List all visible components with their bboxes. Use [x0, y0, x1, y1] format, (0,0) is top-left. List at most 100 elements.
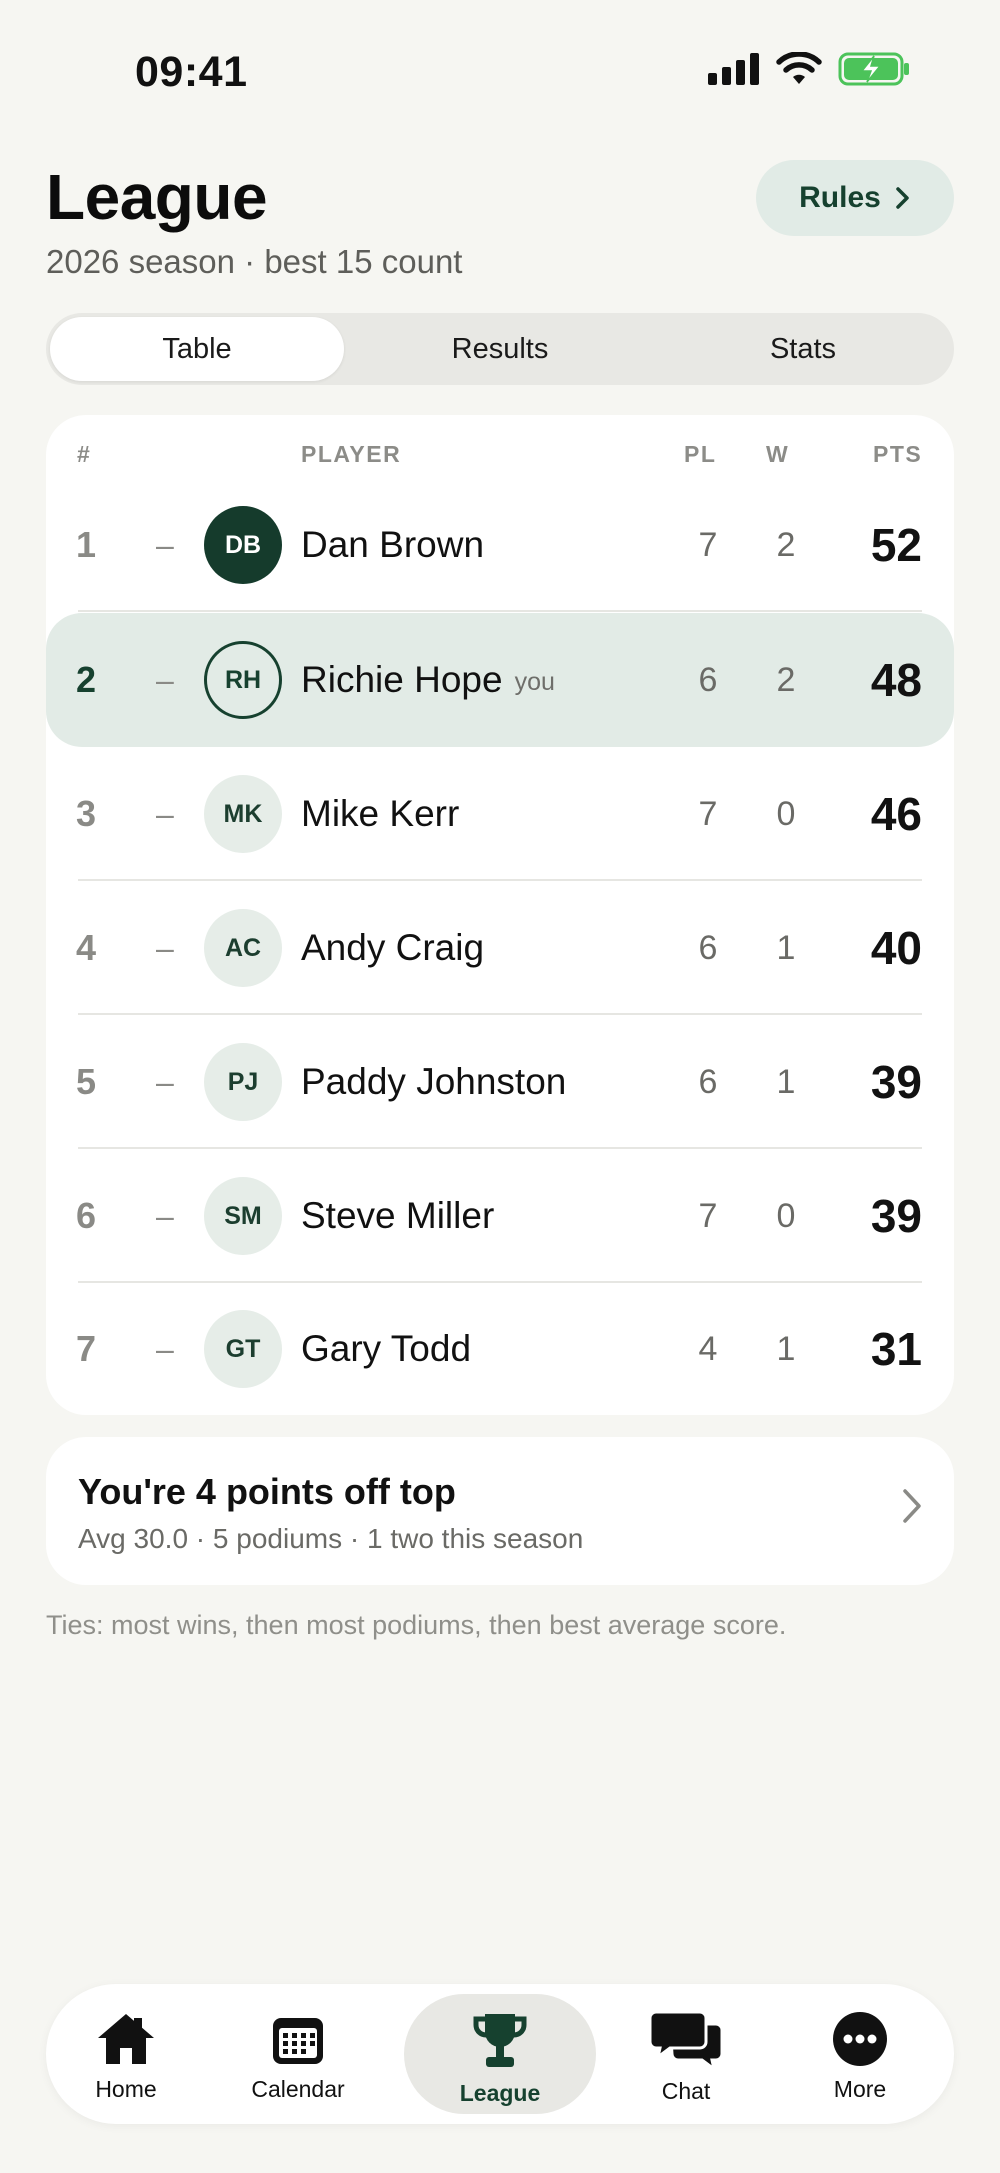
rules-button[interactable]: Rules — [756, 160, 954, 236]
row-points: 46 — [870, 788, 922, 840]
tiebreak-note: Ties: most wins, then most podiums, then… — [46, 1610, 787, 1640]
summary-subtitle: Avg 30.0 · 5 podiums · 1 two this season — [78, 1523, 584, 1554]
row-wins: 2 — [776, 660, 796, 699]
row-rank: 6 — [76, 1195, 97, 1236]
row-wins: 1 — [776, 928, 796, 967]
row-player: Dan Brown — [301, 478, 484, 612]
signal-icon — [708, 53, 759, 85]
row-points: 40 — [870, 922, 922, 974]
row-points: 31 — [870, 1323, 922, 1375]
column-header-rank: # — [77, 441, 92, 467]
view-tabs: Table Results Stats — [46, 313, 954, 385]
row-trend: – — [156, 1197, 174, 1234]
row-trend: – — [156, 1330, 174, 1367]
nav-calendar[interactable]: Calendar — [218, 1984, 378, 2124]
row-wins: 0 — [776, 1196, 796, 1235]
row-divider — [78, 610, 922, 612]
avatar: GT — [204, 1310, 282, 1388]
row-rank: 1 — [76, 524, 97, 565]
avatar: RH — [204, 641, 282, 719]
nav-label: Home — [95, 2076, 157, 2102]
player-name: Gary Todd — [301, 1328, 472, 1369]
more-icon — [833, 2012, 887, 2066]
row-played: 7 — [698, 1196, 718, 1235]
column-header-points: PTS — [873, 441, 923, 467]
nav-label: Chat — [661, 2078, 711, 2104]
row-played: 6 — [698, 660, 718, 699]
nav-more[interactable]: More — [780, 1984, 940, 2124]
points-gap-card[interactable]: You're 4 points off top Avg 30.0 · 5 pod… — [46, 1437, 954, 1585]
row-points: 39 — [870, 1190, 922, 1242]
column-header-player: PLAYER — [301, 441, 402, 467]
home-icon — [98, 2014, 154, 2064]
player-name: Dan Brown — [301, 524, 485, 565]
status-time: 09:41 — [135, 48, 248, 96]
table-row[interactable]: 7 – GT Gary Todd 4 1 31 — [46, 1282, 954, 1416]
page-title: League — [46, 161, 268, 233]
row-player: Paddy Johnston — [301, 1015, 566, 1149]
battery-charging-icon — [838, 52, 909, 86]
table-row-current-user[interactable]: 2 – RH Richie Hope you 6 2 48 — [46, 613, 954, 747]
row-rank: 4 — [76, 927, 97, 968]
row-wins: 2 — [776, 525, 796, 564]
row-rank: 7 — [76, 1328, 97, 1369]
avatar: MK — [204, 775, 282, 853]
row-player: Richie Hope you — [301, 613, 555, 747]
table-row[interactable]: 4 – AC Andy Craig 6 1 40 — [46, 881, 954, 1015]
nav-label: More — [833, 2076, 887, 2102]
chat-icon — [648, 2010, 724, 2070]
row-wins: 1 — [776, 1062, 796, 1101]
table-row[interactable]: 3 – MK Mike Kerr 7 0 46 — [46, 747, 954, 881]
row-trend: – — [156, 661, 174, 698]
row-trend: – — [156, 795, 174, 832]
you-tag: you — [514, 667, 555, 696]
avatar: DB — [204, 506, 282, 584]
row-played: 7 — [698, 794, 718, 833]
player-name: Paddy Johnston — [301, 1061, 567, 1102]
player-name: Mike Kerr — [301, 793, 460, 834]
row-points: 39 — [870, 1056, 922, 1108]
wifi-icon — [776, 52, 822, 84]
player-name: Richie Hope — [301, 659, 503, 700]
row-rank: 2 — [76, 659, 97, 700]
row-player: Gary Todd — [301, 1282, 471, 1416]
tab-stats[interactable]: Stats — [656, 317, 950, 381]
row-played: 6 — [698, 1062, 718, 1101]
chevron-right-icon — [903, 1489, 921, 1523]
row-played: 6 — [698, 928, 718, 967]
table-row[interactable]: 5 – PJ Paddy Johnston 6 1 39 — [46, 1015, 954, 1149]
summary-title: You're 4 points off top — [78, 1471, 456, 1512]
avatar: SM — [204, 1177, 282, 1255]
row-rank: 3 — [76, 793, 97, 834]
row-rank: 5 — [76, 1061, 97, 1102]
nav-label: Calendar — [251, 2076, 345, 2102]
nav-chat[interactable]: Chat — [606, 1984, 766, 2124]
nav-home[interactable]: Home — [46, 1984, 206, 2124]
trophy-icon — [473, 2014, 527, 2067]
page-subtitle: 2026 season · best 15 count — [46, 243, 463, 280]
table-row[interactable]: 1 – DB Dan Brown 7 2 52 — [46, 478, 954, 612]
row-player: Steve Miller — [301, 1149, 494, 1283]
row-played: 7 — [698, 525, 718, 564]
row-played: 4 — [698, 1329, 718, 1368]
row-player: Andy Craig — [301, 881, 484, 1015]
row-trend: – — [156, 929, 174, 966]
row-points: 52 — [870, 519, 922, 571]
avatar: PJ — [204, 1043, 282, 1121]
status-icons — [708, 52, 910, 86]
column-header-played: PL — [684, 441, 717, 467]
calendar-icon — [273, 2018, 323, 2064]
nav-league[interactable]: League — [404, 1994, 596, 2114]
player-name: Andy Craig — [301, 927, 485, 968]
row-trend: – — [156, 1063, 174, 1100]
status-bar: 09:41 — [0, 0, 1000, 150]
tab-results[interactable]: Results — [353, 317, 647, 381]
column-header-wins: W — [766, 441, 790, 467]
tab-table[interactable]: Table — [50, 317, 344, 381]
nav-label: League — [459, 2080, 541, 2106]
table-row[interactable]: 6 – SM Steve Miller 7 0 39 — [46, 1149, 954, 1283]
chevron-right-icon — [896, 187, 909, 209]
avatar: AC — [204, 909, 282, 987]
bottom-nav: Home Calendar League Chat More — [46, 1984, 954, 2124]
row-points: 48 — [870, 654, 922, 706]
